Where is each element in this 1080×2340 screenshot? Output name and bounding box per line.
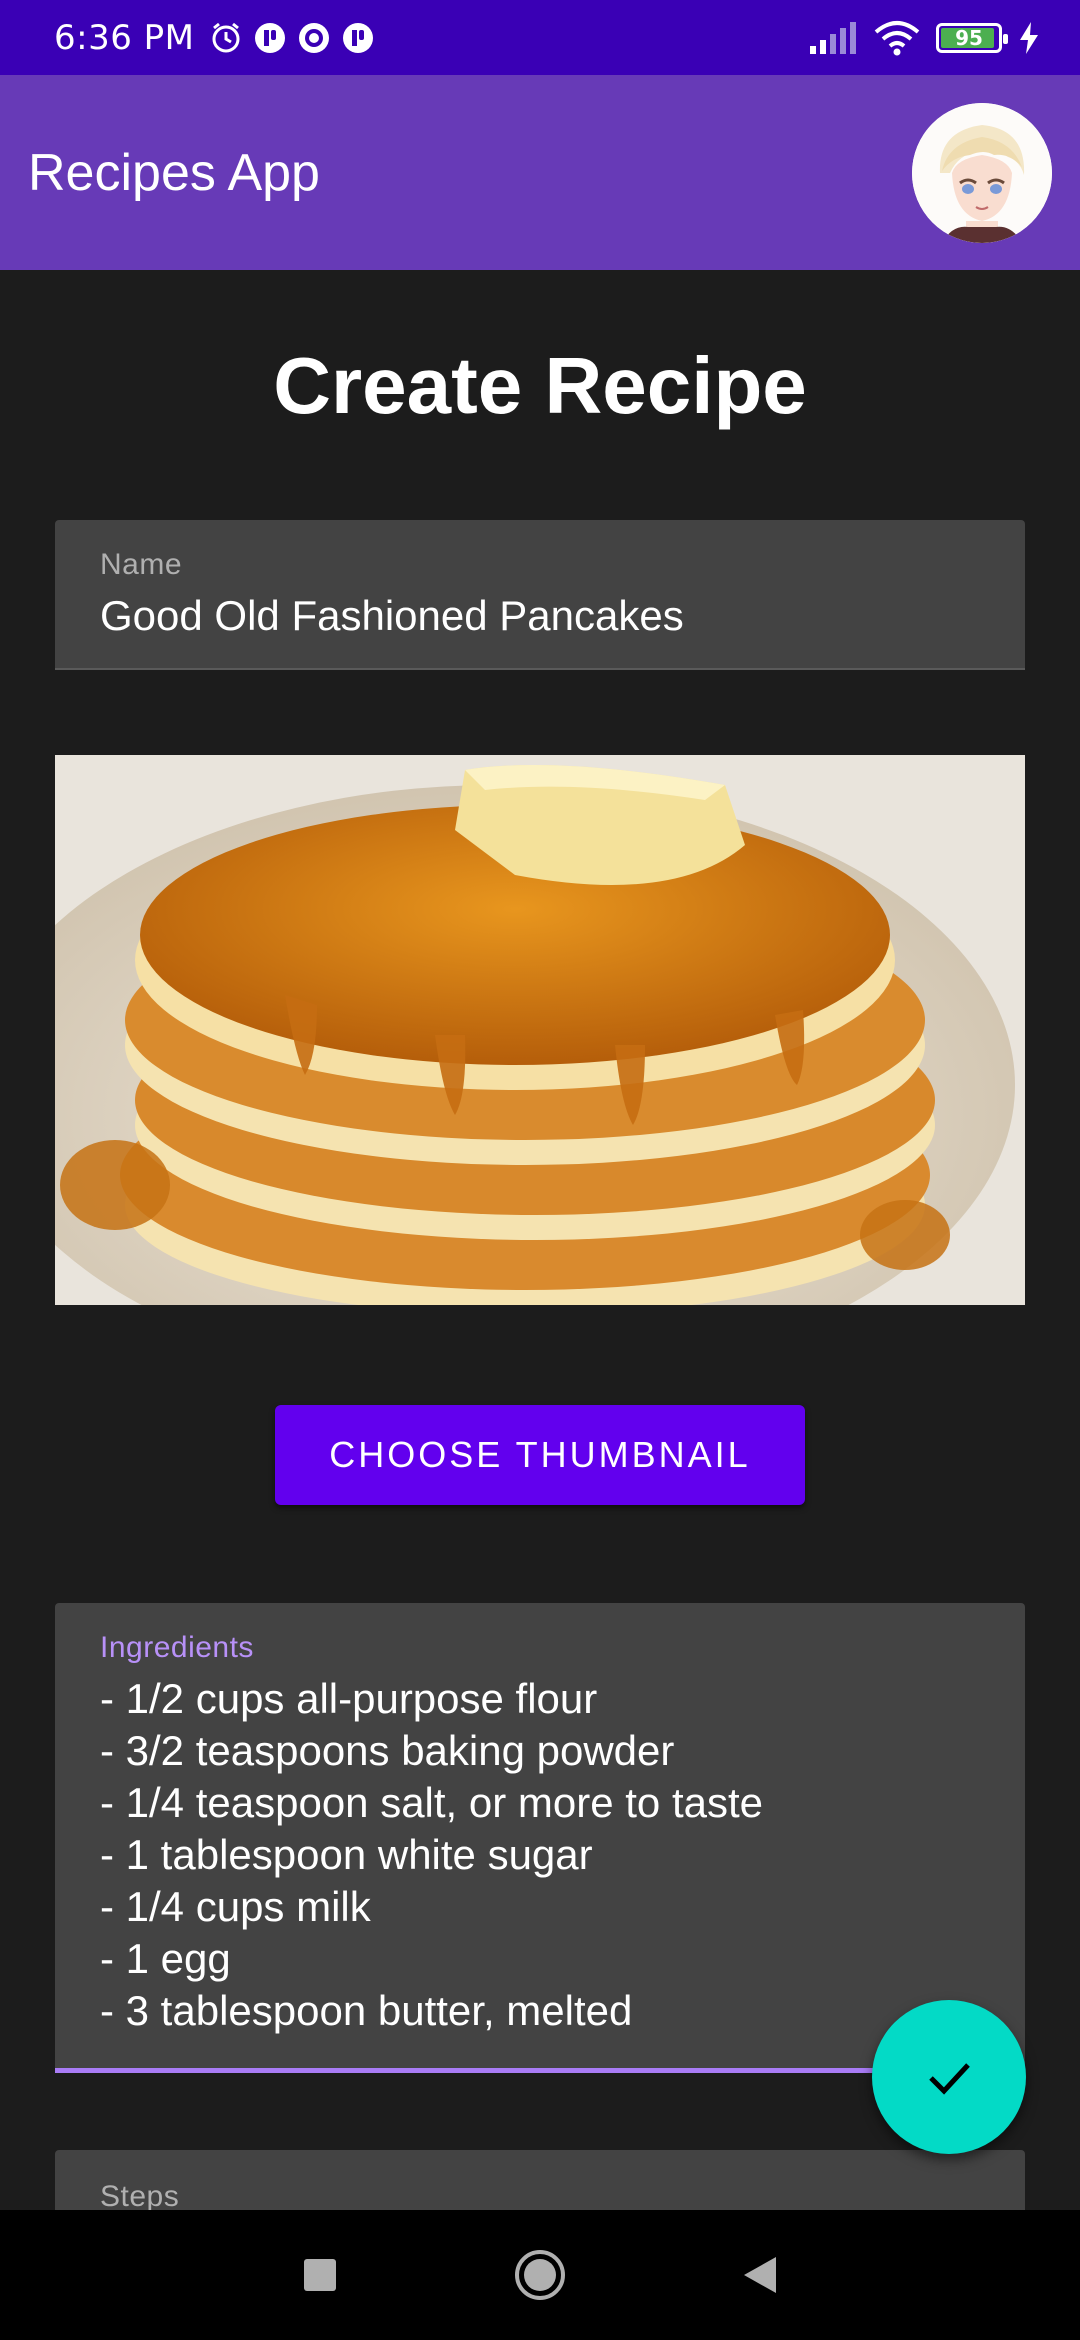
status-time: 6:36 PM <box>54 17 195 58</box>
steps-label: Steps <box>100 2180 180 2210</box>
app-title: Recipes App <box>28 143 320 202</box>
ingredient-line: - 3 tablespoon butter, melted <box>100 1987 633 2034</box>
status-bar: 6:36 PM 95 <box>0 0 1080 75</box>
charging-icon <box>1020 21 1038 54</box>
ingredients-input[interactable]: - 1/2 cups all-purpose flour - 3/2 teaspo… <box>100 1673 763 2037</box>
home-icon <box>515 2250 565 2300</box>
choose-thumbnail-button[interactable]: CHOOSE THUMBNAIL <box>275 1405 805 1505</box>
ingredients-label: Ingredients <box>100 1631 254 1664</box>
battery-icon: 95 <box>936 22 1008 53</box>
back-button[interactable] <box>720 2235 800 2315</box>
ingredient-line: - 1 tablespoon white sugar <box>100 1831 593 1878</box>
create-recipe-form: Create Recipe Name Good Old Fashioned Pa… <box>0 270 1080 2210</box>
ingredient-line: - 1/4 teaspoon salt, or more to taste <box>100 1779 764 1826</box>
ingredient-line: - 1 egg <box>100 1935 231 1982</box>
recents-button[interactable] <box>280 2235 360 2315</box>
ingredient-line: - 3/2 teaspoons baking powder <box>100 1727 675 1774</box>
app-notification-icon <box>254 22 285 53</box>
check-icon <box>929 2063 970 2095</box>
save-recipe-button[interactable] <box>872 2000 1026 2154</box>
signal-icon <box>810 21 856 54</box>
ingredient-line: - 1/4 cups milk <box>100 1883 371 1930</box>
ingredient-line: - 1/2 cups all-purpose flour <box>100 1675 598 1722</box>
record-icon <box>298 22 329 53</box>
app-bar: Recipes App <box>0 75 1080 270</box>
wifi-icon <box>874 20 920 55</box>
name-field[interactable]: Name Good Old Fashioned Pancakes <box>55 520 1025 670</box>
battery-level: 95 <box>955 25 983 50</box>
page-title: Create Recipe <box>273 341 807 430</box>
alarm-icon <box>212 22 239 52</box>
app-notification-icon <box>342 22 373 53</box>
ingredients-field[interactable]: Ingredients - 1/2 cups all-purpose flour… <box>55 1603 1025 2073</box>
home-button[interactable] <box>500 2235 580 2315</box>
user-avatar-icon[interactable] <box>912 102 1052 243</box>
back-icon <box>744 2257 776 2293</box>
pancakes-image <box>55 755 1025 1305</box>
status-icons-left <box>209 21 375 55</box>
steps-field[interactable]: Steps <box>55 2150 1025 2210</box>
navigation-bar <box>0 2210 1080 2340</box>
recents-icon <box>304 2259 336 2291</box>
name-input[interactable]: Good Old Fashioned Pancakes <box>100 592 684 640</box>
status-icons-right: 95 <box>808 20 1040 56</box>
name-label: Name <box>100 548 183 581</box>
